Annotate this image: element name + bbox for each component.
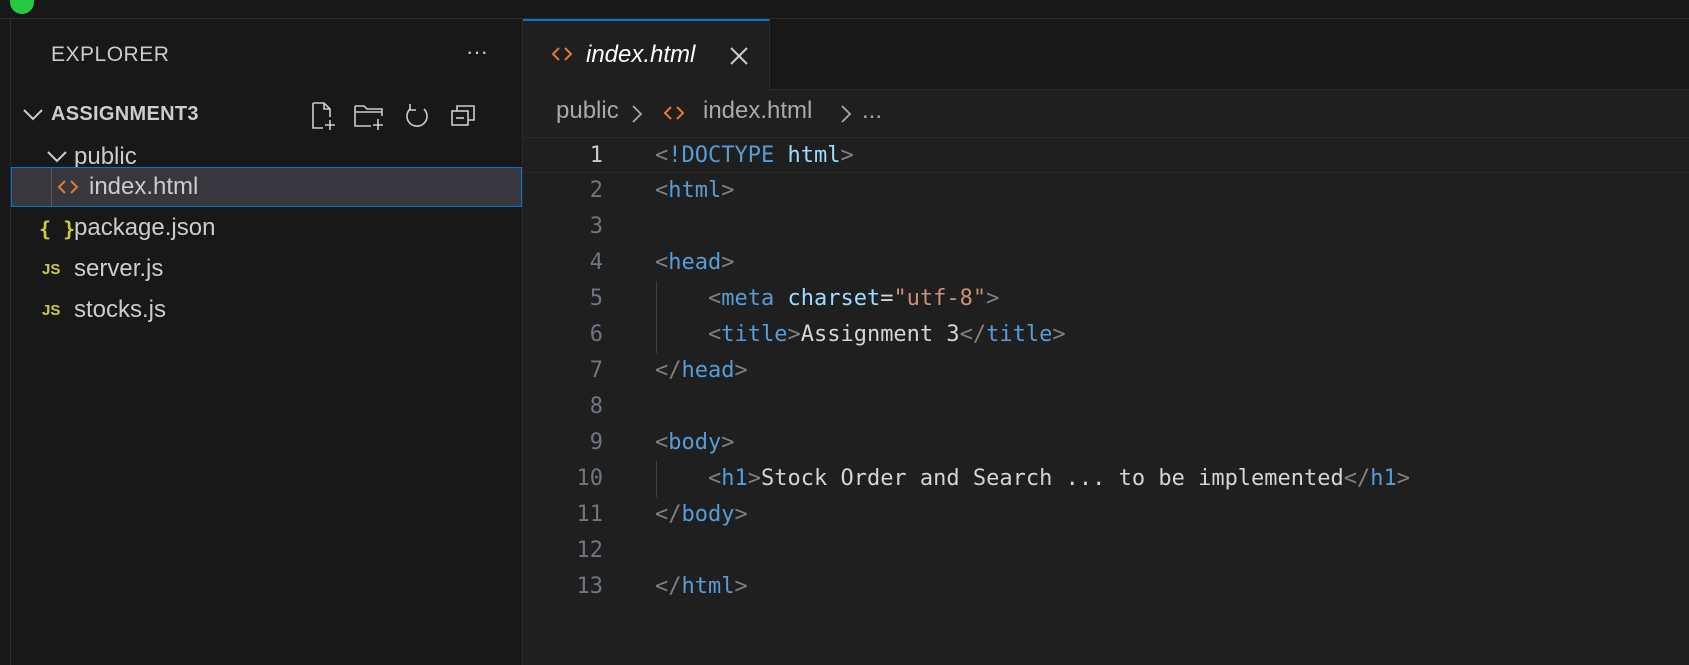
tree-item-label: server.js (74, 255, 164, 282)
new-folder-icon[interactable] (352, 101, 386, 131)
breadcrumb-item[interactable]: index.html (703, 97, 812, 125)
line-number: 4 (589, 250, 603, 275)
explorer-sidebar: EXPLORER ··· ASSIGNMENT3 public index.ht… (11, 19, 523, 665)
line-number: 6 (589, 322, 603, 347)
window-maximize-button[interactable] (10, 0, 34, 14)
line-number: 11 (576, 502, 604, 527)
indent-guide (51, 167, 52, 207)
chevron-down-icon (23, 109, 43, 121)
code-text: <head> (655, 250, 735, 275)
tree-item-label: index.html (89, 173, 199, 200)
code-line[interactable]: 1 <!DOCTYPE html> (523, 137, 1689, 173)
code-line[interactable]: 7 </head> (523, 353, 1689, 389)
workspace-title: ASSIGNMENT3 (51, 103, 199, 125)
code-text: <meta charset="utf-8"> (707, 286, 1000, 311)
vscode-window: EXPLORER ··· ASSIGNMENT3 public index.ht… (0, 0, 1689, 665)
code-text: <html> (655, 178, 735, 203)
close-icon[interactable] (726, 43, 752, 69)
code-text: </head> (655, 358, 748, 383)
code-text: <!DOCTYPE html> (655, 143, 854, 168)
line-number: 13 (576, 574, 604, 599)
more-actions-button[interactable]: ··· (457, 39, 497, 69)
code-line[interactable]: 2 <html> (523, 173, 1689, 209)
code-text: </html> (655, 574, 748, 599)
code-line[interactable]: 9 <body> (523, 425, 1689, 461)
breadcrumb-item[interactable]: public (556, 97, 619, 125)
code-line[interactable]: 4 <head> (523, 245, 1689, 281)
html-file-icon (57, 180, 79, 194)
editor-area: index.html public index.html ... 1 <!DOCT… (523, 19, 1689, 665)
line-number: 9 (589, 430, 603, 455)
chevron-right-icon (841, 105, 852, 123)
code-text: <title>Assignment 3</title> (707, 322, 1066, 347)
line-number: 2 (589, 178, 603, 203)
activity-bar (0, 19, 11, 665)
code-text: <h1>Stock Order and Search ... to be imp… (707, 466, 1411, 491)
code-text: <body> (655, 430, 735, 455)
tree-item-package-json[interactable]: { } package.json (11, 208, 522, 248)
line-number: 10 (576, 466, 604, 491)
tree-item-index-html[interactable]: index.html (11, 167, 522, 207)
js-file-icon: JS (42, 302, 61, 319)
breadcrumb-item[interactable]: ... (862, 97, 882, 125)
tab-strip: index.html (523, 19, 1689, 90)
code-line[interactable]: 10 <h1>Stock Order and Search ... to be … (523, 461, 1689, 497)
line-number: 5 (589, 286, 603, 311)
tree-item-server-js[interactable]: JS server.js (11, 249, 522, 289)
tree-item-label: stocks.js (74, 296, 167, 323)
explorer-title: EXPLORER (51, 43, 170, 66)
refresh-icon[interactable] (400, 101, 434, 131)
tab-index-html[interactable]: index.html (523, 19, 770, 90)
line-number: 12 (576, 538, 604, 563)
title-bar (0, 0, 1689, 19)
code-line[interactable]: 8 (523, 389, 1689, 425)
html-file-icon (663, 106, 685, 120)
code-line[interactable]: 11 </body> (523, 497, 1689, 533)
chevron-right-icon (632, 105, 643, 123)
code-line[interactable]: 13 </html> (523, 569, 1689, 605)
html-file-icon (551, 47, 573, 61)
tree-item-label: package.json (74, 214, 216, 241)
line-number: 1 (589, 143, 603, 168)
code-line[interactable]: 5 <meta charset="utf-8"> (523, 281, 1689, 317)
tree-item-stocks-js[interactable]: JS stocks.js (11, 290, 522, 330)
line-number: 8 (589, 394, 603, 419)
new-file-icon[interactable] (307, 101, 341, 131)
line-number: 3 (589, 214, 603, 239)
code-line[interactable]: 6 <title>Assignment 3</title> (523, 317, 1689, 353)
workspace-section-header[interactable]: ASSIGNMENT3 (11, 97, 522, 133)
js-file-icon: JS (42, 261, 61, 278)
collapse-all-icon[interactable] (447, 101, 481, 131)
chevron-down-icon (47, 151, 67, 163)
tab-label: index.html (586, 41, 696, 68)
line-number: 7 (589, 358, 603, 383)
code-line[interactable]: 12 (523, 533, 1689, 569)
code-line[interactable]: 3 (523, 209, 1689, 245)
json-file-icon: { } (39, 217, 76, 241)
code-text: </body> (655, 502, 748, 527)
